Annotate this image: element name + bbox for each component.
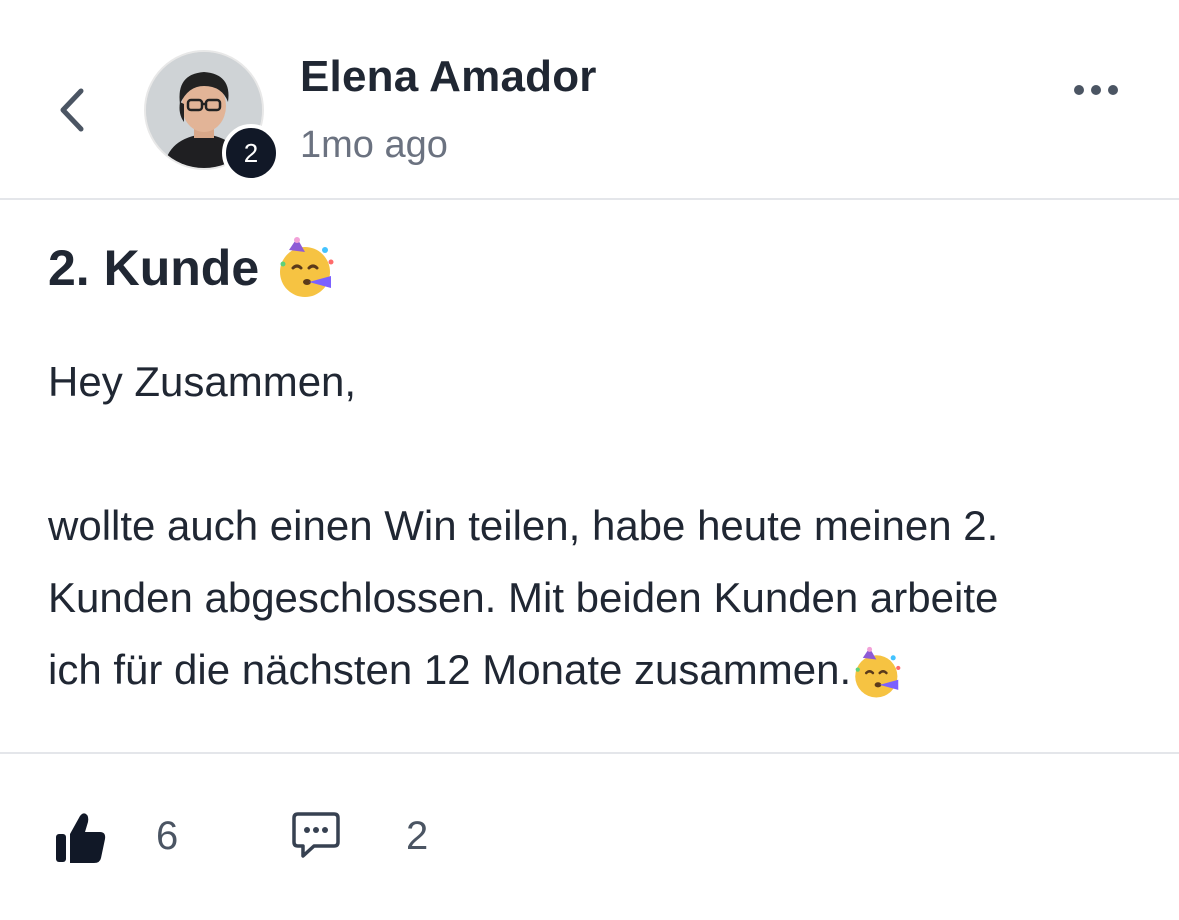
partying-face-emoji-icon [855, 646, 901, 698]
post-timestamp: 1mo ago [300, 124, 448, 166]
post-body-line-last: ich für die nächsten 12 Monate zusammen. [48, 634, 1148, 706]
chevron-left-icon [60, 88, 84, 132]
comment-bubble-icon [292, 812, 340, 858]
back-button[interactable] [48, 82, 96, 138]
post-body-line-text: ich für die nächsten 12 Monate zusammen. [48, 646, 852, 693]
more-dot-icon [1091, 85, 1101, 95]
thumbs-up-icon [56, 813, 106, 863]
post-header: 2 Elena Amador 1mo ago [0, 0, 1179, 200]
level-badge: 2 [222, 124, 280, 182]
partying-face-emoji-icon [280, 237, 334, 297]
actions-divider [0, 752, 1179, 754]
post-title: 2. Kunde [48, 236, 339, 300]
author-avatar-group[interactable]: 2 [144, 50, 280, 182]
like-button[interactable] [52, 810, 112, 870]
like-count: 6 [156, 814, 179, 858]
more-options-button[interactable] [1064, 70, 1128, 110]
post-greeting: Hey Zusammen, [48, 358, 357, 405]
post-actions-bar: 6 2 [0, 790, 1179, 890]
post-title-text: 2. Kunde [48, 240, 260, 296]
comment-count: 2 [406, 814, 429, 858]
post-body: Hey Zusammen, wollte auch einen Win teil… [48, 346, 1148, 706]
author-name[interactable]: Elena Amador [300, 52, 597, 102]
more-dot-icon [1074, 85, 1084, 95]
post-body-line: Kunden abgeschlossen. Mit beiden Kunden … [48, 574, 999, 621]
post-body-line: wollte auch einen Win teilen, habe heute… [48, 502, 999, 549]
more-dot-icon [1108, 85, 1118, 95]
comment-button[interactable] [290, 810, 346, 866]
